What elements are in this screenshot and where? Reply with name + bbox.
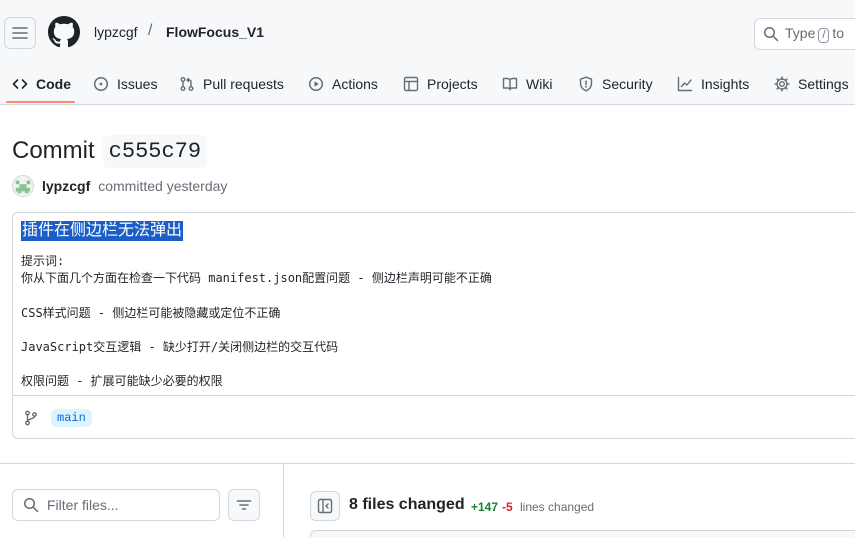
message-line: ​: [21, 322, 855, 339]
shield-icon: [579, 76, 593, 91]
tab-pull-requests[interactable]: Pull requests: [179, 62, 284, 105]
commit-author[interactable]: lypzcgf: [42, 178, 90, 194]
issue-icon: [93, 76, 109, 91]
search-shortcut-key: /: [818, 28, 830, 43]
message-line: JavaScript交互逻辑 - 缺少打开/关闭侧边栏的交互代码: [21, 340, 339, 355]
branch-icon: [25, 410, 37, 425]
tab-settings[interactable]: Settings: [774, 62, 849, 105]
graph-icon: [677, 76, 693, 91]
filter-files-input[interactable]: Filter files...: [12, 489, 220, 521]
page-title: Commit c555c79: [12, 133, 208, 169]
commit-message-title: 插件在侧边栏无法弹出: [21, 221, 184, 241]
tab-actions[interactable]: Actions: [308, 62, 378, 105]
lines-changed-label: lines changed: [520, 500, 595, 514]
file-tree-divider: [283, 464, 284, 537]
filter-files-placeholder: Filter files...: [47, 497, 119, 513]
tab-projects[interactable]: Projects: [403, 62, 478, 105]
filter-icon: [236, 500, 252, 510]
message-line: 你从下面几个方面在检查一下代码 manifest.json配置问题 - 侧边栏声…: [21, 271, 492, 286]
tab-issues[interactable]: Issues: [93, 62, 157, 105]
gear-icon: [774, 75, 790, 92]
top-bar: lypzcgf / FlowFocus_V1 Type / to: [0, 0, 855, 62]
commit-message-body: 插件在侧边栏无法弹出 提示词: 你从下面几个方面在检查一下代码 manifest.…: [13, 213, 855, 395]
commit-message-box: 插件在侧边栏无法弹出 提示词: 你从下面几个方面在检查一下代码 manifest.…: [12, 212, 855, 439]
additions-count: +147: [471, 500, 499, 514]
github-logo-icon[interactable]: [48, 16, 80, 48]
table-icon: [403, 76, 419, 91]
book-icon: [502, 77, 518, 90]
commit-footer: main: [13, 395, 855, 439]
breadcrumb-owner[interactable]: lypzcgf: [94, 24, 138, 40]
section-divider: [0, 463, 855, 464]
breadcrumb-separator: /: [148, 22, 153, 39]
tab-security[interactable]: Security: [578, 62, 653, 105]
tab-wiki[interactable]: Wiki: [502, 62, 552, 105]
commit-sha[interactable]: c555c79: [102, 134, 208, 168]
app-header: lypzcgf / FlowFocus_V1 Type / to Code Issu…: [0, 0, 855, 105]
message-line: CSS样式问题 - 侧边栏可能被隐藏或定位不正确: [21, 305, 281, 320]
branch-label[interactable]: main: [51, 408, 92, 427]
commit-message-lines: 提示词: 你从下面几个方面在检查一下代码 manifest.json配置问题 - …: [21, 253, 855, 391]
repo-tabs: Code Issues Pull requests Actions Projec…: [0, 62, 855, 105]
files-changed-count: 8 files changed: [349, 496, 465, 513]
deletions-count: -5: [502, 500, 513, 514]
breadcrumb-repo[interactable]: FlowFocus_V1: [166, 24, 264, 40]
search-input[interactable]: Type / to: [754, 18, 855, 50]
message-line: 权限问题 - 扩展可能缺少必要的权限: [21, 374, 223, 389]
sidebar-collapse-icon: [317, 498, 333, 514]
diff-file-header: [310, 530, 855, 537]
message-line: ​: [21, 287, 855, 304]
pull-request-icon: [180, 76, 194, 91]
tab-insights[interactable]: Insights: [677, 62, 749, 105]
identicon-icon: [15, 180, 31, 194]
search-icon: [23, 497, 39, 513]
message-line: 提示词:: [21, 254, 65, 268]
page-title-label: Commit: [12, 137, 95, 164]
avatar[interactable]: [12, 175, 34, 197]
tab-code[interactable]: Code: [12, 62, 71, 105]
search-placeholder: Type / to: [785, 25, 845, 43]
search-icon: [763, 26, 779, 42]
commit-author-row: lypzcgf committed yesterday: [12, 175, 227, 197]
commit-time: committed yesterday: [98, 178, 228, 194]
menu-button[interactable]: [4, 17, 36, 49]
filter-options-button[interactable]: [228, 489, 260, 521]
message-line: ​: [21, 356, 855, 373]
toggle-file-tree-button[interactable]: [310, 491, 340, 521]
play-icon: [308, 76, 324, 91]
code-icon: [12, 78, 28, 89]
active-tab-indicator: [6, 101, 75, 103]
hamburger-icon: [12, 27, 28, 39]
